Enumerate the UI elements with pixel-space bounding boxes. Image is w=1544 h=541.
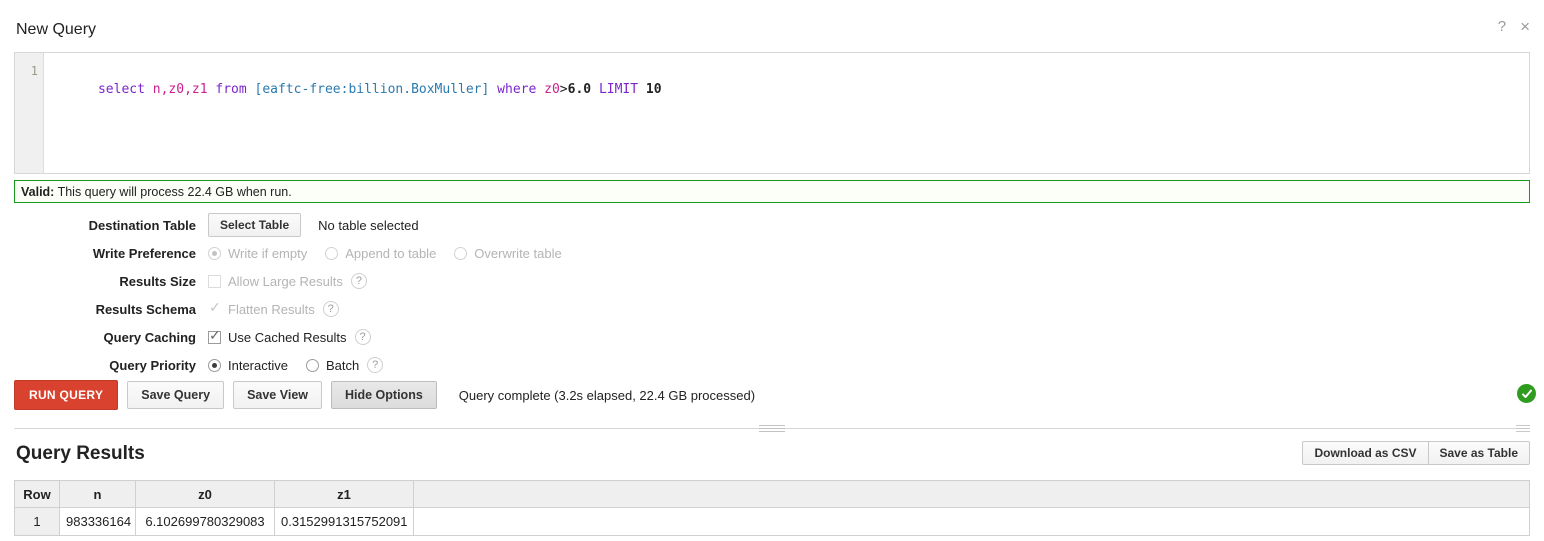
help-icon[interactable]: ?	[1498, 19, 1506, 34]
query-results-table: Row n z0 z1 1 983336164 6.10269978032908…	[14, 480, 1530, 536]
sql-code-area[interactable]: select n,z0,z1 from [eaftc-free:billion.…	[44, 53, 1529, 173]
column-header-row[interactable]: Row	[14, 480, 60, 508]
splitter-grip-handle[interactable]	[759, 424, 785, 433]
panel-splitter[interactable]	[14, 424, 1530, 434]
results-schema-label: Results Schema	[95, 301, 196, 317]
cell-n: 983336164	[59, 507, 136, 536]
cell-filler	[413, 507, 1530, 536]
cell-z1: 0.3152991315752091	[274, 507, 414, 536]
destination-table-label: Destination Table	[88, 217, 196, 233]
help-icon-query-priority[interactable]: ?	[367, 357, 384, 373]
help-icon-query-caching[interactable]: ?	[354, 329, 371, 345]
save-query-button[interactable]: Save Query	[127, 381, 225, 409]
radio-write-if-empty[interactable]	[208, 246, 221, 260]
table-header-row: Row n z0 z1	[14, 480, 1530, 508]
help-icon-results-schema[interactable]: ?	[322, 301, 339, 317]
label-append-to-table: Append to table	[345, 245, 437, 261]
save-as-table-button[interactable]: Save as Table	[1427, 441, 1530, 465]
write-preference-label: Write Preference	[92, 245, 196, 261]
splitter-resize-corner[interactable]	[1516, 424, 1530, 433]
label-use-cached-results: Use Cached Results	[228, 329, 347, 345]
checkbox-use-cached-results[interactable]: ✓	[208, 326, 221, 344]
row-write-preference: Write Preference Write if empty Append t…	[0, 239, 1544, 267]
row-query-caching: Query Caching ✓ Use Cached Results ?	[0, 323, 1544, 351]
save-view-button[interactable]: Save View	[233, 381, 322, 409]
help-icon-results-size[interactable]: ?	[350, 273, 367, 289]
column-header-z1[interactable]: z1	[274, 480, 414, 508]
select-table-button[interactable]: Select Table	[208, 213, 302, 237]
cell-row-number: 1	[14, 507, 60, 536]
bigquery-new-query-page: New Query ? × 1 select n,z0,z1 from [eaf…	[0, 0, 1544, 541]
label-interactive: Interactive	[228, 357, 288, 373]
destination-table-value: No table selected	[318, 217, 419, 233]
close-icon[interactable]: ×	[1520, 18, 1530, 35]
column-header-filler	[413, 480, 1530, 508]
row-results-size: Results Size Allow Large Results ?	[0, 267, 1544, 295]
validation-label: Valid:	[21, 185, 55, 199]
label-batch: Batch	[325, 357, 360, 373]
hide-options-button[interactable]: Hide Options	[331, 381, 437, 409]
column-header-z0[interactable]: z0	[135, 480, 275, 508]
results-size-label: Results Size	[119, 273, 196, 289]
checkbox-flatten-results[interactable]: ✓	[208, 298, 221, 316]
download-as-csv-button[interactable]: Download as CSV	[1302, 441, 1428, 465]
results-button-group: Download as CSV Save as Table	[1302, 441, 1530, 465]
cell-z0: 6.102699780329083	[135, 507, 275, 536]
line-number: 1	[30, 64, 38, 78]
success-check-icon	[1517, 384, 1536, 403]
radio-interactive[interactable]	[208, 358, 221, 372]
checkmark-icon: ✓	[209, 326, 221, 343]
results-title: Query Results	[16, 443, 145, 464]
label-write-if-empty: Write if empty	[228, 245, 308, 261]
panel-header: New Query ? ×	[0, 0, 1544, 46]
label-flatten-results: Flatten Results	[228, 301, 315, 317]
header-icon-group: ? ×	[1498, 18, 1530, 35]
query-priority-label: Query Priority	[109, 357, 196, 373]
radio-batch[interactable]	[305, 358, 319, 372]
table-row: 1 983336164 6.102699780329083 0.31529913…	[14, 507, 1530, 536]
page-title: New Query	[16, 21, 97, 38]
checkbox-allow-large-results[interactable]	[208, 274, 221, 288]
query-validation-bar: Valid: This query will process 22.4 GB w…	[14, 180, 1530, 203]
checkmark-icon: ✓	[209, 298, 221, 315]
run-query-button[interactable]: RUN QUERY	[14, 380, 119, 410]
row-destination-table: Destination Table Select Table No table …	[0, 211, 1544, 239]
row-query-priority: Query Priority Interactive Batch ?	[0, 351, 1544, 379]
column-header-n[interactable]: n	[59, 480, 136, 508]
sql-query-text: select n,z0,z1 from [eaftc-free:billion.…	[97, 82, 662, 97]
radio-overwrite-table[interactable]	[454, 246, 468, 260]
validation-message: This query will process 22.4 GB when run…	[57, 185, 292, 199]
sql-editor[interactable]: 1 select n,z0,z1 from [eaftc-free:billio…	[14, 52, 1530, 174]
label-allow-large-results: Allow Large Results	[228, 273, 343, 289]
radio-append-to-table[interactable]	[325, 246, 339, 260]
label-overwrite-table: Overwrite table	[474, 245, 562, 261]
query-options-form: Destination Table Select Table No table …	[0, 211, 1544, 379]
editor-gutter: 1	[15, 53, 44, 173]
row-results-schema: Results Schema ✓ Flatten Results ?	[0, 295, 1544, 323]
query-status-text: Query complete (3.2s elapsed, 22.4 GB pr…	[458, 387, 756, 403]
action-bar: RUN QUERY Save Query Save View Hide Opti…	[14, 380, 755, 410]
query-caching-label: Query Caching	[103, 329, 196, 345]
